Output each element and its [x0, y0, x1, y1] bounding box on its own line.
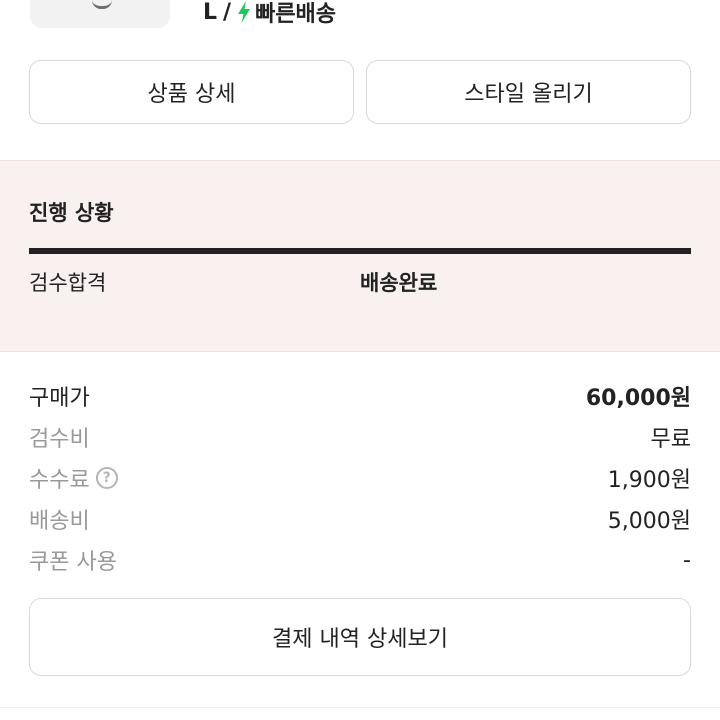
post-style-button[interactable]: 스타일 올리기 — [366, 60, 691, 124]
commission-label-group: 수수료 ? — [29, 462, 118, 494]
purchase-price-label: 구매가 — [29, 386, 90, 411]
purchase-price-value: 60,000원 — [585, 386, 691, 411]
shipping-fee-label: 배송비 — [29, 509, 90, 534]
coupon-row: 쿠폰 사용 - — [29, 543, 691, 577]
commission-value: 1,900원 — [607, 468, 691, 493]
inspection-fee-label: 검수비 — [29, 427, 90, 452]
coupon-label: 쿠폰 사용 — [29, 550, 117, 575]
product-option: L / 빠른배송 — [203, 0, 336, 28]
step-delivery-complete: 배송완료 — [360, 271, 438, 295]
progress-title: 진행 상황 — [29, 201, 114, 225]
shipping-fee-value: 5,000원 — [607, 509, 691, 534]
option-separator: / — [223, 0, 232, 25]
commission-row: 수수료 ? 1,900원 — [29, 461, 691, 495]
fast-delivery-label: 빠른배송 — [255, 2, 337, 27]
inspection-fee-value: 무료 — [650, 427, 691, 452]
section-divider — [0, 707, 720, 708]
purchase-price-row: 구매가 60,000원 — [29, 379, 691, 413]
coupon-value: - — [683, 547, 691, 573]
payment-details-button[interactable]: 결제 내역 상세보기 — [29, 598, 691, 676]
product-size: L — [203, 0, 218, 25]
payment-details-button-label: 결제 내역 상세보기 — [272, 627, 448, 652]
product-detail-button[interactable]: 상품 상세 — [29, 60, 354, 124]
inspection-fee-row: 검수비 무료 — [29, 420, 691, 454]
progress-section: 진행 상황 검수합격 배송완료 — [0, 160, 720, 352]
product-image — [92, 0, 112, 9]
help-icon[interactable]: ? — [95, 467, 118, 489]
post-style-button-label: 스타일 올리기 — [464, 82, 593, 107]
product-thumbnail[interactable] — [30, 0, 170, 28]
progress-bar — [29, 248, 691, 254]
shipping-fee-row: 배송비 5,000원 — [29, 502, 691, 536]
product-detail-button-label: 상품 상세 — [147, 82, 236, 107]
commission-label: 수수료 — [29, 468, 90, 493]
step-inspection-passed: 검수합격 — [29, 271, 107, 295]
lightning-bolt-icon — [238, 1, 251, 23]
order-detail-page: L / 빠른배송 상품 상세 스타일 올리기 진행 상황 검수합격 배송완료 구… — [0, 0, 720, 720]
